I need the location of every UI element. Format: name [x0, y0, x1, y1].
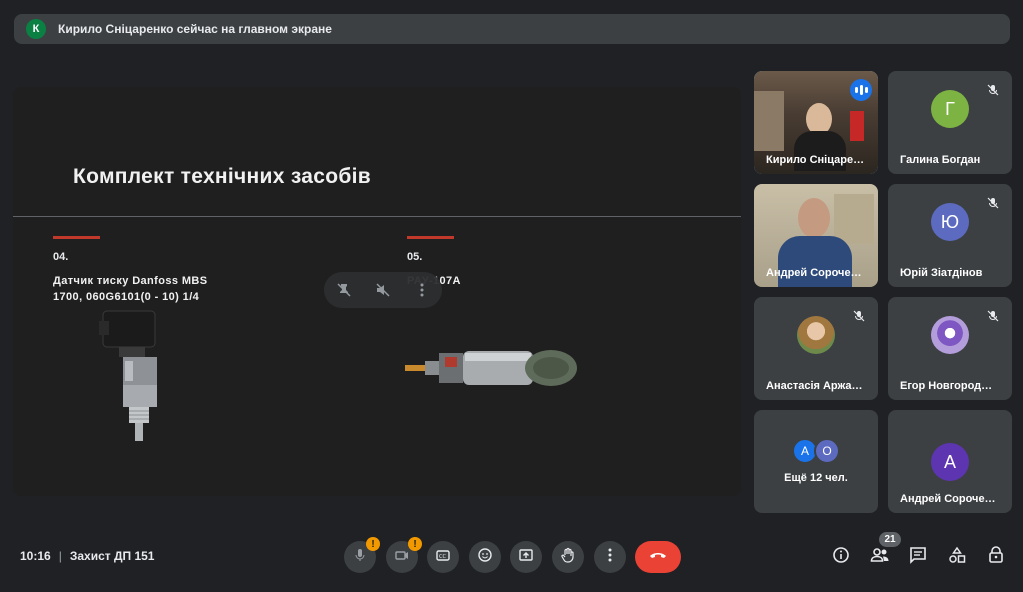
pressure-sensor-image	[99, 310, 157, 441]
more-vert-icon[interactable]	[409, 277, 435, 303]
item-title-line: 1700, 060G6101(0 - 10) 1/4	[53, 291, 200, 303]
raise-hand-button[interactable]	[552, 541, 584, 573]
presenter-avatar: К	[26, 19, 46, 39]
lock-person-icon	[987, 545, 1005, 569]
raise-hand-icon	[560, 547, 576, 568]
captions-icon: CC	[435, 547, 451, 568]
warning-badge: !	[366, 537, 380, 551]
mute-audio-icon[interactable]	[370, 277, 396, 303]
more-participants-label: Ещё 12 чел.	[784, 472, 848, 484]
meeting-info: 10:16 | Захист ДП 151	[20, 549, 154, 563]
more-avatars: А О	[792, 438, 840, 464]
avatar: О	[814, 438, 840, 464]
temperature-regulator-image	[405, 350, 577, 386]
host-controls-button[interactable]	[984, 545, 1008, 569]
more-participants-tile[interactable]: А О Ещё 12 чел.	[754, 410, 878, 513]
info-button[interactable]	[829, 545, 853, 569]
end-call-button[interactable]	[635, 541, 681, 573]
participant-tile[interactable]: Г Галина Богдан	[888, 71, 1012, 174]
avatar	[931, 316, 969, 354]
accent-bar	[407, 236, 454, 239]
participant-tile[interactable]: Кирило Сніцаре…	[754, 71, 878, 174]
speaking-indicator-icon	[850, 79, 872, 101]
clock: 10:16	[20, 549, 51, 563]
banner-text: Кирило Сніцаренко сейчас на главном экра…	[58, 22, 332, 36]
tile-controls-overlay	[324, 272, 442, 308]
avatar: Г	[931, 90, 969, 128]
mic-off-icon	[982, 79, 1004, 101]
slide-title: Комплект технічних засобів	[73, 165, 372, 188]
mic-off-icon	[352, 547, 368, 568]
participant-tile[interactable]: А Андрей Сороче…	[888, 410, 1012, 513]
svg-text:CC: CC	[439, 554, 446, 560]
notification-banner: К Кирило Сніцаренко сейчас на главном эк…	[14, 14, 1010, 44]
avatar: А	[931, 443, 969, 481]
slide-divider	[13, 216, 741, 217]
warning-badge: !	[408, 537, 422, 551]
present-button[interactable]	[510, 541, 542, 573]
meeting-name: Захист ДП 151	[69, 549, 155, 563]
mic-off-icon	[982, 305, 1004, 327]
people-button[interactable]	[868, 545, 892, 569]
participant-name: Галина Богдан	[900, 154, 981, 166]
info-icon	[832, 546, 850, 569]
mic-button[interactable]: !	[344, 537, 380, 573]
pin-off-icon[interactable]	[331, 277, 357, 303]
item-number: 04.	[53, 251, 69, 263]
chat-icon	[909, 546, 927, 569]
separator: |	[58, 549, 62, 563]
people-icon	[870, 546, 890, 569]
presentation-stage: Комплект технічних засобів 04. Датчик ти…	[13, 87, 741, 496]
participant-name: Кирило Сніцаре…	[766, 154, 865, 166]
activities-button[interactable]	[945, 545, 969, 569]
participant-tile[interactable]: Ю Юрій Зіатдінов	[888, 184, 1012, 287]
captions-button[interactable]: CC	[427, 541, 459, 573]
participant-tile[interactable]: Анастасія Аржа…	[754, 297, 878, 400]
participant-tile[interactable]: Егор Новгород…	[888, 297, 1012, 400]
more-options-button[interactable]	[594, 541, 626, 573]
item-title: Датчик тиску Danfoss MBS 1700, 060G6101(…	[53, 273, 208, 305]
camera-button[interactable]: !	[386, 537, 422, 573]
participant-name: Андрей Сороче…	[900, 493, 996, 505]
camera-off-icon	[394, 547, 410, 568]
end-call-icon	[648, 548, 668, 566]
activities-icon	[948, 546, 966, 569]
more-vert-icon	[602, 547, 618, 568]
participant-tile[interactable]: Андрей Сороче…	[754, 184, 878, 287]
participant-name: Андрей Сороче…	[766, 267, 862, 279]
accent-bar	[53, 236, 100, 239]
chat-button[interactable]	[906, 545, 930, 569]
present-icon	[518, 547, 534, 568]
avatar	[797, 316, 835, 354]
mic-off-icon	[982, 192, 1004, 214]
emoji-icon	[477, 547, 493, 568]
item-number: 05.	[407, 251, 423, 263]
avatar: Ю	[931, 203, 969, 241]
mic-off-icon	[848, 305, 870, 327]
emoji-button[interactable]	[469, 541, 501, 573]
participant-name: Егор Новгород…	[900, 380, 993, 392]
item-title-line: Датчик тиску Danfoss MBS	[53, 275, 208, 287]
participant-name: Юрій Зіатдінов	[900, 267, 983, 279]
participant-name: Анастасія Аржа…	[766, 380, 863, 392]
